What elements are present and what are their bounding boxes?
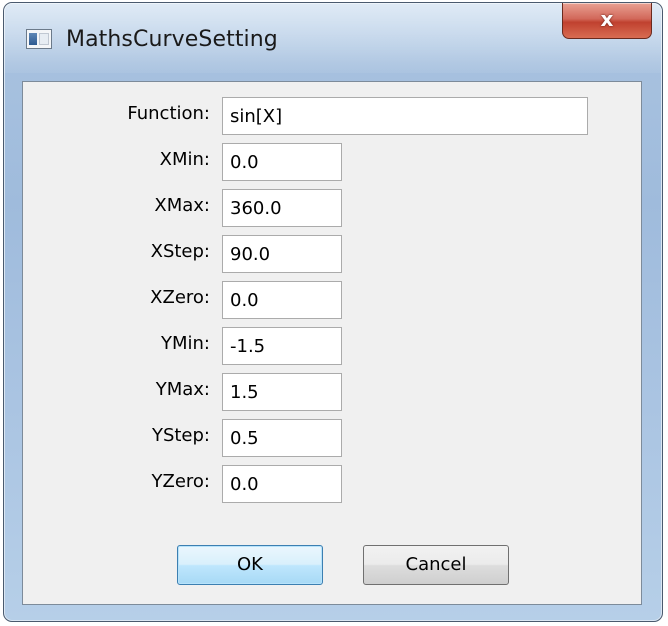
yzero-input[interactable] xyxy=(222,465,342,503)
cancel-button[interactable]: Cancel xyxy=(363,545,509,585)
ok-button[interactable]: OK xyxy=(177,545,323,585)
dialog-client-area: Function: XMin: XMax: XStep: XZero: YMin… xyxy=(22,81,642,605)
ymax-label: YMax: xyxy=(155,379,210,400)
ystep-input[interactable] xyxy=(222,419,342,457)
window-app-icon xyxy=(26,29,52,49)
app-icon-band xyxy=(29,33,37,45)
function-input[interactable] xyxy=(222,97,588,135)
title-bar[interactable]: MathsCurveSetting x xyxy=(4,3,662,79)
function-label: Function: xyxy=(127,103,210,124)
ymin-input[interactable] xyxy=(222,327,342,365)
ymin-label: YMin: xyxy=(161,333,210,354)
ystep-label: YStep: xyxy=(151,425,210,446)
xzero-input[interactable] xyxy=(222,281,342,319)
xmin-input[interactable] xyxy=(222,143,342,181)
xmin-label: XMin: xyxy=(159,149,210,170)
xstep-input[interactable] xyxy=(222,235,342,273)
close-button[interactable]: x xyxy=(562,3,652,39)
app-icon-pane xyxy=(39,33,49,45)
xstep-label: XStep: xyxy=(150,241,210,262)
close-icon: x xyxy=(600,7,614,31)
yzero-label: YZero: xyxy=(151,471,210,492)
window-title: MathsCurveSetting xyxy=(66,27,278,52)
xmax-label: XMax: xyxy=(154,195,210,216)
xzero-label: XZero: xyxy=(150,287,210,308)
dialog-window: MathsCurveSetting x Function: XMin: XMax… xyxy=(3,2,663,622)
ymax-input[interactable] xyxy=(222,373,342,411)
xmax-input[interactable] xyxy=(222,189,342,227)
